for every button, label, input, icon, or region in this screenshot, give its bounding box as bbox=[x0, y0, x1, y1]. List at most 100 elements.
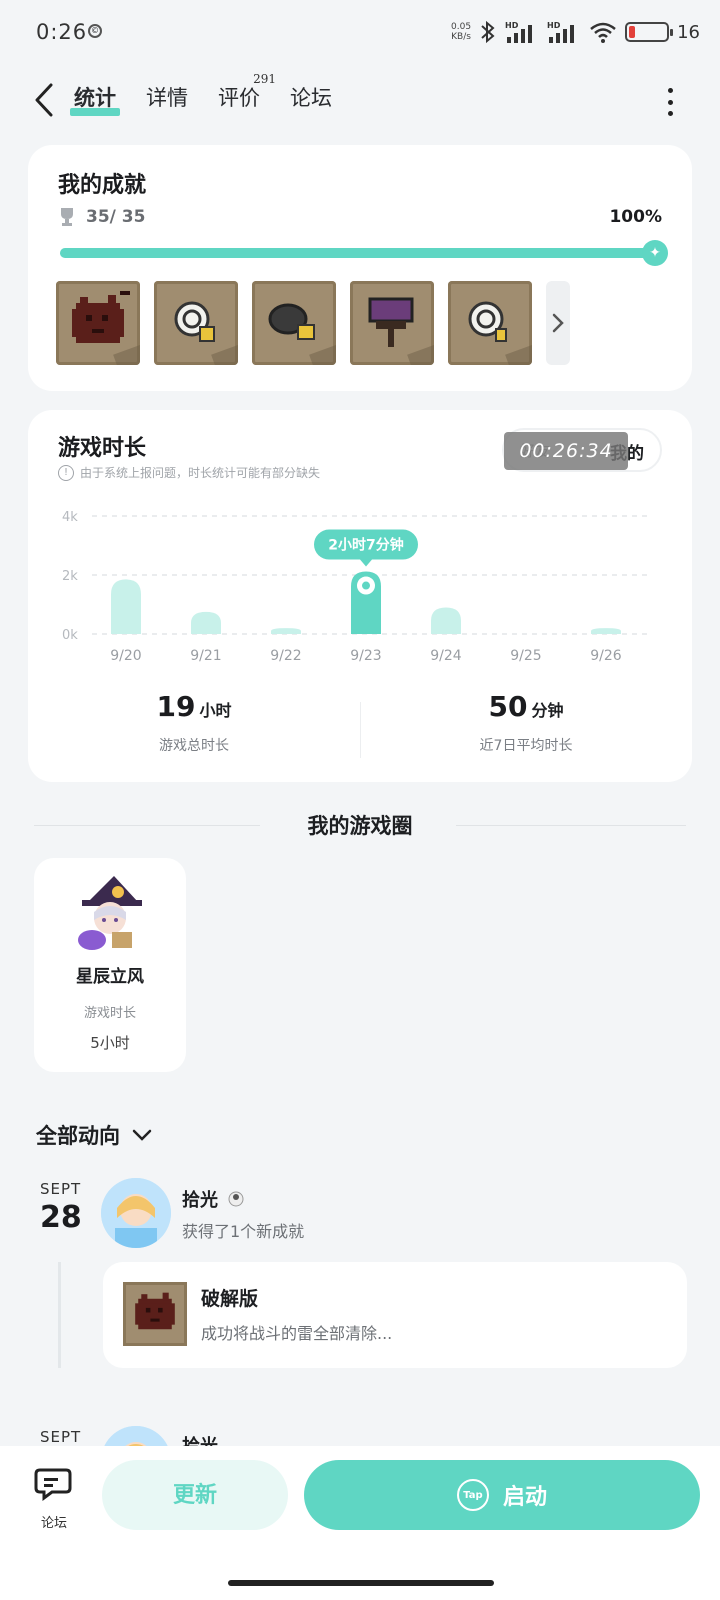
demon-pixel-art bbox=[135, 1292, 175, 1330]
chart-x-tick-label: 9/20 bbox=[110, 648, 141, 664]
chart-bar bbox=[271, 628, 301, 634]
battery-percent: 16 bbox=[677, 21, 700, 43]
svg-text:HD: HD bbox=[505, 21, 519, 30]
tab-stats[interactable]: 统计 bbox=[70, 82, 120, 116]
chart-y-tick-label: 0k bbox=[62, 628, 78, 643]
signal-icon-2: HD bbox=[547, 21, 575, 43]
more-options-button[interactable] bbox=[664, 88, 676, 116]
home-indicator[interactable] bbox=[228, 1580, 494, 1586]
demon-achievement-icon[interactable] bbox=[56, 281, 140, 365]
chart-tooltip-text: 2小时7分钟 bbox=[328, 537, 403, 554]
chart-bar bbox=[431, 607, 461, 634]
activity-filter-label: 全部动向 bbox=[36, 1123, 120, 1148]
chevron-right-icon bbox=[552, 313, 564, 333]
feed-user-name-text: 拾光 bbox=[182, 1190, 218, 1211]
speed-unit: KB/s bbox=[451, 32, 471, 42]
chart-x-tick-label: 9/25 bbox=[510, 648, 541, 664]
dot-icon bbox=[667, 88, 673, 93]
total-playtime-value: 19 bbox=[156, 690, 196, 723]
activity-date: SEPT 28 bbox=[40, 1180, 82, 1235]
forum-label: 论坛 bbox=[40, 1516, 67, 1531]
achievement-progress-fill bbox=[60, 248, 662, 258]
scroll-gold-achievement-icon[interactable] bbox=[154, 281, 238, 365]
chart-y-tick-label: 2k bbox=[62, 569, 78, 584]
tab-reviews-label: 评价 bbox=[218, 86, 260, 110]
trophy-icon bbox=[61, 208, 73, 226]
svg-text:HD: HD bbox=[547, 21, 561, 30]
tab-details[interactable]: 详情 bbox=[146, 82, 188, 116]
tab-reviews[interactable]: 评价 291 bbox=[218, 72, 276, 116]
screen-recording-timer: 00:26:34 bbox=[504, 432, 628, 470]
achievement-description: 成功将战斗的雷全部清除... bbox=[201, 1324, 393, 1343]
activity-day: 28 bbox=[40, 1200, 82, 1235]
scroll-key-achievement-icon[interactable] bbox=[448, 281, 532, 365]
achievement-title: 破解版 bbox=[201, 1288, 259, 1310]
avg-playtime-label: 近7日平均时长 bbox=[479, 738, 573, 754]
top-nav: 统计 详情 评价 291 论坛 bbox=[0, 66, 720, 136]
pot-achievement-icon[interactable] bbox=[252, 281, 336, 365]
achievements-more-button[interactable] bbox=[546, 281, 570, 365]
activity-month: SEPT bbox=[40, 1180, 82, 1198]
demon-pixel-art bbox=[72, 291, 130, 343]
signboard-pixel-art bbox=[368, 297, 414, 347]
wifi-icon bbox=[590, 22, 616, 43]
chart-bar-marker-dot bbox=[362, 581, 370, 590]
battery-icon bbox=[625, 22, 674, 42]
bottom-action-bar: 论坛 更新 Tap 启动 bbox=[0, 1446, 720, 1600]
chart-bar bbox=[191, 611, 221, 634]
chart-bar bbox=[111, 579, 141, 634]
user-badge-icon bbox=[228, 1191, 244, 1207]
avg-playtime-unit: 分钟 bbox=[531, 701, 564, 720]
user-avatar[interactable] bbox=[101, 1178, 171, 1248]
total-playtime-label: 游戏总时长 bbox=[159, 738, 229, 754]
avg-playtime-stat: 50 分钟 近7日平均时长 bbox=[360, 690, 692, 755]
status-icons: 0.05 KB/s HD HD 16 bbox=[451, 18, 700, 46]
forum-button[interactable]: 论坛 bbox=[28, 1466, 80, 1531]
chart-x-tick-label: 9/21 bbox=[190, 648, 221, 664]
total-playtime-stat: 19 小时 游戏总时长 bbox=[28, 690, 360, 755]
activity-date-2: SEPT bbox=[40, 1428, 80, 1446]
game-circle-name: 星辰立风 bbox=[76, 967, 144, 987]
activity-filter-dropdown[interactable]: 全部动向 bbox=[36, 1120, 152, 1150]
chart-y-tick-label: 4k bbox=[62, 510, 78, 525]
achievement-count: 35/ 35 bbox=[86, 207, 146, 227]
status-bar: 0:26 © 0.05 KB/s HD HD 16 bbox=[0, 0, 720, 66]
signboard-achievement-icon[interactable] bbox=[350, 281, 434, 365]
achievement-icons bbox=[56, 281, 570, 365]
activity-month-2: SEPT bbox=[40, 1428, 82, 1446]
chart-bar bbox=[591, 628, 621, 634]
notification-icon: © bbox=[88, 24, 102, 38]
achievement-percent: 100% bbox=[609, 207, 662, 227]
review-count-badge: 291 bbox=[253, 72, 276, 86]
chart-x-tick-label: 9/22 bbox=[270, 648, 301, 664]
feed-action-text: 获得了1个新成就 bbox=[182, 1222, 305, 1241]
back-arrow-icon bbox=[35, 83, 53, 117]
chart-x-tick-label: 9/24 bbox=[430, 648, 462, 664]
back-button[interactable] bbox=[26, 80, 62, 120]
launch-button[interactable]: Tap 启动 bbox=[304, 1460, 700, 1530]
taptap-icon: Tap bbox=[456, 1479, 489, 1511]
tab-forum[interactable]: 论坛 bbox=[290, 82, 332, 116]
forum-chat-icon bbox=[34, 1468, 72, 1501]
achievement-progress-bar: ✦ bbox=[60, 240, 668, 266]
game-circle-label: 游戏时长 bbox=[83, 1006, 136, 1021]
achievements-card[interactable]: 我的成就 35/ 35 100% ✦ bbox=[28, 145, 692, 391]
signal-icon: HD bbox=[505, 21, 533, 43]
network-speed: 0.05 KB/s bbox=[451, 22, 471, 42]
achievement-feed-card[interactable]: 破解版 成功将战斗的雷全部清除... bbox=[103, 1262, 687, 1368]
game-circle-card[interactable]: 星辰立风 游戏时长 5小时 bbox=[34, 858, 186, 1072]
speed-value: 0.05 bbox=[451, 22, 472, 32]
game-circle-time: 5小时 bbox=[90, 1034, 130, 1052]
nav-tabs: 统计 详情 评价 291 论坛 bbox=[70, 72, 332, 116]
avg-playtime-value: 50 bbox=[488, 690, 528, 723]
battery-level bbox=[629, 26, 636, 38]
scroll-pixel-art bbox=[174, 301, 215, 342]
scroll-key-pixel-art bbox=[468, 301, 507, 342]
dot-icon bbox=[667, 99, 673, 105]
feed-user-name[interactable]: 拾光 bbox=[182, 1186, 244, 1212]
update-button[interactable]: 更新 bbox=[102, 1460, 288, 1530]
trophy-row: 35/ 35 bbox=[58, 207, 145, 227]
total-playtime-unit: 小时 bbox=[199, 701, 232, 720]
pot-pixel-art bbox=[268, 303, 315, 340]
timeline-line bbox=[58, 1262, 61, 1368]
